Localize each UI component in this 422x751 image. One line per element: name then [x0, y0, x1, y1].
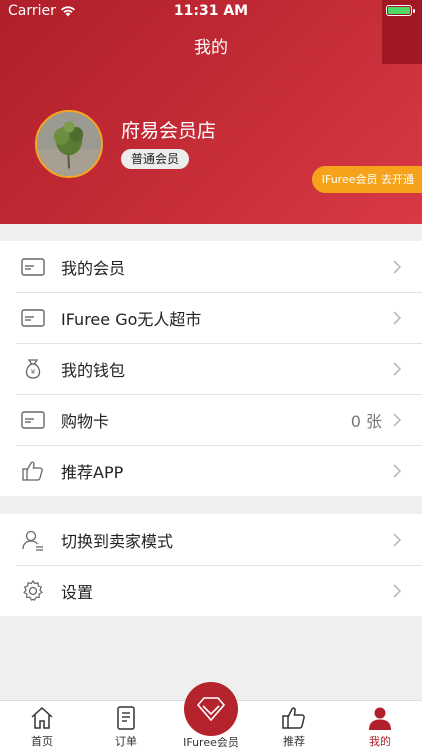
menu-item-label: 设置 [61, 582, 94, 602]
tab-orders[interactable]: 订单 [84, 701, 168, 751]
chevron-right-icon [393, 583, 402, 598]
menu-item-recommend-app[interactable]: 推荐APP [0, 445, 422, 496]
member-level-badge: 普通会员 [121, 149, 190, 169]
chevron-right-icon [393, 532, 402, 547]
money-bag-icon: ¥ [20, 356, 46, 382]
tab-recommend[interactable]: 推荐 [252, 701, 336, 751]
shopping-card-count: 0 张 [350, 411, 382, 431]
chevron-right-icon [393, 259, 402, 274]
chevron-right-icon [393, 361, 402, 376]
store-name: 府易会员店 [121, 120, 217, 142]
tab-label: 首页 [31, 735, 53, 748]
tab-label: 推荐 [283, 735, 305, 748]
vip-activate-button[interactable]: IFuree会员 去开通 [311, 166, 422, 193]
user-icon [369, 707, 391, 730]
plant-photo [37, 112, 101, 176]
status-bar: Carrier 11:31 AM [0, 0, 422, 22]
tab-home[interactable]: 首页 [0, 701, 84, 751]
chevron-right-icon [393, 412, 402, 427]
home-icon [31, 706, 53, 729]
menu-group-settings: 切换到卖家模式 设置 [0, 514, 422, 616]
thumbs-up-icon [20, 458, 46, 484]
menu-item-switch-seller-mode[interactable]: 切换到卖家模式 [0, 514, 422, 565]
battery-icon [386, 5, 415, 16]
gear-icon [20, 578, 46, 604]
thumbs-up-icon [282, 707, 305, 729]
card-icon [20, 305, 46, 331]
menu-item-label: 推荐APP [61, 462, 124, 482]
chevron-right-icon [393, 463, 402, 478]
svg-text:¥: ¥ [31, 368, 36, 376]
tab-mine[interactable]: 我的 [338, 701, 422, 751]
menu-item-shopping-card[interactable]: 购物卡 0 张 [0, 394, 422, 445]
menu-item-label: 购物卡 [61, 411, 110, 431]
menu-item-wallet[interactable]: ¥ 我的钱包 [0, 343, 422, 394]
avatar[interactable] [35, 110, 103, 178]
menu-item-label: 我的钱包 [61, 360, 126, 380]
chevron-right-icon [393, 310, 402, 325]
menu-item-settings[interactable]: 设置 [0, 565, 422, 616]
card-icon [20, 254, 46, 280]
menu-item-label: 切换到卖家模式 [61, 531, 174, 551]
user-switch-icon [20, 527, 46, 553]
tab-label: 订单 [115, 735, 137, 748]
page-title: 我的 [194, 38, 228, 58]
order-list-icon [117, 706, 135, 730]
member-center-label: IFuree会员 [183, 736, 239, 749]
menu-item-label: IFuree Go无人超市 [61, 309, 202, 329]
menu-group-main: 我的会员 IFuree Go无人超市 ¥ 我的钱包 购物卡 0 张 推荐APP [0, 241, 422, 496]
menu-item-my-membership[interactable]: 我的会员 [0, 241, 422, 292]
card-icon [20, 407, 46, 433]
tab-label: 我的 [369, 735, 391, 748]
status-time: 11:31 AM [173, 3, 249, 19]
menu-item-ifuree-go[interactable]: IFuree Go无人超市 [0, 292, 422, 343]
diamond-icon [196, 697, 226, 722]
member-center-button[interactable] [184, 682, 238, 736]
menu-item-label: 我的会员 [61, 258, 126, 278]
